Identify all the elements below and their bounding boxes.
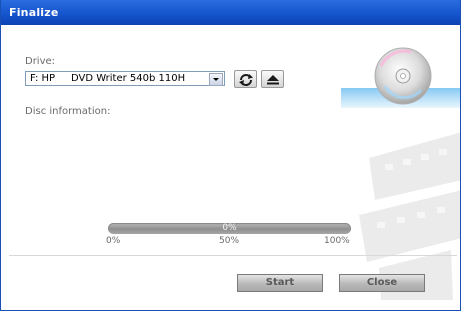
eject-icon (267, 75, 279, 85)
progress-tick-0: 0% (106, 236, 121, 246)
progress-bar: 0% (108, 223, 351, 234)
start-button[interactable]: Start (237, 274, 323, 292)
disc-film-illustration (341, 47, 460, 300)
refresh-icon (239, 74, 253, 86)
progress-percent: 0% (222, 223, 237, 233)
drive-select-value: F: HP DVD Writer 540b 110H (30, 73, 186, 84)
close-button[interactable]: Close (339, 274, 425, 292)
progress-tick-100: 100% (324, 236, 350, 246)
window-title: Finalize (9, 6, 59, 19)
progress-tick-50: 50% (219, 236, 240, 246)
chevron-down-icon[interactable] (209, 73, 223, 86)
finalize-window: Finalize Drive: F: HP DVD Writer 540b 11… (0, 0, 461, 311)
disc-info-label: Disc information: (25, 106, 111, 117)
eject-button[interactable] (261, 70, 284, 88)
refresh-button[interactable] (234, 70, 257, 88)
divider (9, 255, 457, 256)
title-bar[interactable]: Finalize (1, 0, 460, 25)
drive-select[interactable]: F: HP DVD Writer 540b 110H (25, 71, 225, 86)
drive-label: Drive: (25, 56, 56, 67)
